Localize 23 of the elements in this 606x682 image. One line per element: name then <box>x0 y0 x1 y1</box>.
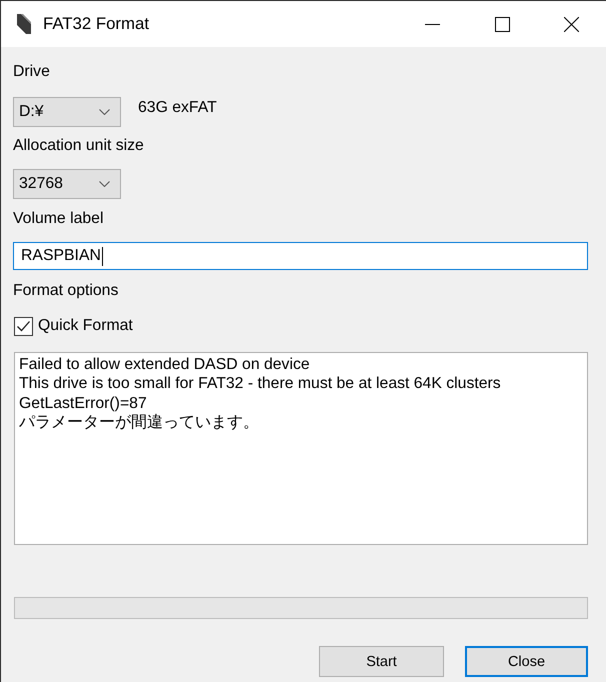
volume-label-field[interactable]: RASPBIAN <box>13 242 588 270</box>
log-line: GetLastError()=87 <box>19 394 148 413</box>
drive-info-text: 63G exFAT <box>138 98 217 116</box>
log-line: パラメーターが間違っています。 <box>19 412 260 432</box>
checkbox-label[interactable]: Quick Format <box>38 317 133 335</box>
field-label: Volume label <box>13 210 104 227</box>
field-label: Drive <box>13 63 50 80</box>
log-line: This drive is too small for FAT32 - there must be at least 64K clusters <box>19 374 502 394</box>
maximize-icon[interactable] <box>494 16 510 32</box>
field-label: Allocation unit size <box>13 137 144 154</box>
text-cursor-icon <box>102 246 103 266</box>
chevron-down-icon <box>99 109 110 115</box>
drive-icon <box>17 14 31 34</box>
chevron-down-icon <box>99 181 110 187</box>
log-line: Failed to allow extended DASD on device <box>19 355 311 374</box>
start-button[interactable]: Start <box>319 646 444 677</box>
close-icon[interactable] <box>564 16 579 32</box>
window-title: FAT32 Format <box>43 14 149 34</box>
checkbox[interactable] <box>14 316 33 336</box>
drive-dropdown[interactable]: D:¥ <box>13 97 121 127</box>
section-label: Format options <box>13 282 118 299</box>
close-button[interactable]: Close <box>465 646 588 677</box>
allocation-size-dropdown[interactable]: 32768 <box>13 169 121 199</box>
